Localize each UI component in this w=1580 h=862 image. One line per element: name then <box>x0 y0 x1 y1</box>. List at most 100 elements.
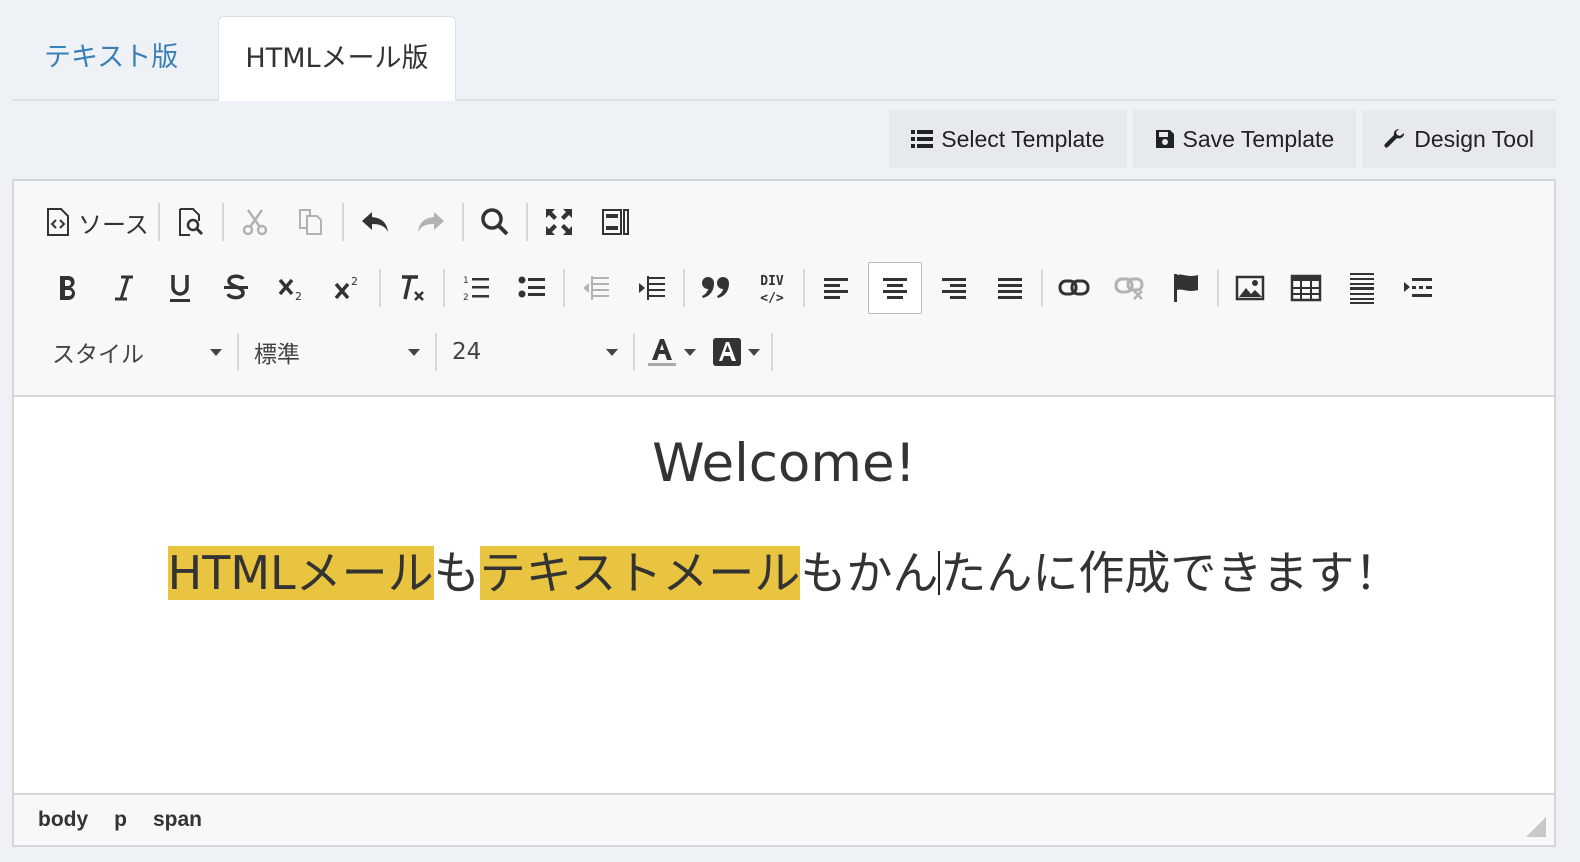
select-template-button[interactable]: Select Template <box>889 110 1127 168</box>
strikethrough-icon <box>224 274 248 300</box>
find-button[interactable] <box>471 198 519 246</box>
resize-handle[interactable] <box>1526 817 1546 837</box>
text-color-icon <box>648 339 676 366</box>
chevron-down-icon <box>606 348 618 356</box>
svg-text:2: 2 <box>351 275 358 288</box>
undo-button[interactable] <box>351 198 399 246</box>
path-crumb-p[interactable]: p <box>114 808 141 832</box>
path-crumb-span[interactable]: span <box>153 808 216 832</box>
remove-format-button[interactable] <box>388 264 436 312</box>
indent-button[interactable] <box>628 264 676 312</box>
anchor-button[interactable] <box>1162 264 1210 312</box>
preview-icon <box>178 208 203 236</box>
remove-format-icon <box>402 275 424 301</box>
template-toolbar: Select Template Save Template Design Too… <box>889 110 1556 168</box>
horizontal-line-button[interactable] <box>1338 264 1386 312</box>
justify-button[interactable] <box>986 264 1034 312</box>
save-template-button[interactable]: Save Template <box>1132 110 1357 168</box>
align-center-button[interactable] <box>868 262 922 314</box>
source-button[interactable]: ソース <box>40 199 155 245</box>
preview-button[interactable] <box>167 198 215 246</box>
editor-toolbar: ソース 2 2 1 2 DIV </> スタイル 標準 24 <box>14 181 1554 397</box>
svg-text:DIV: DIV <box>760 274 784 289</box>
background-color-button[interactable] <box>704 329 768 375</box>
outdent-button[interactable] <box>572 264 620 312</box>
image-button[interactable] <box>1226 264 1274 312</box>
save-template-label: Save Template <box>1182 125 1335 152</box>
subscript-button[interactable]: 2 <box>268 264 316 312</box>
italic-button[interactable] <box>100 264 148 312</box>
svg-text:1: 1 <box>463 276 469 286</box>
style-dropdown-value: スタイル <box>52 342 144 368</box>
font-size-dropdown[interactable]: 24 <box>440 329 630 375</box>
outdent-icon <box>583 276 609 300</box>
underline-icon <box>170 275 190 302</box>
save-icon <box>1155 130 1174 148</box>
numbered-list-button[interactable]: 12 <box>452 264 500 312</box>
show-blocks-button[interactable] <box>591 198 639 246</box>
format-dropdown[interactable]: 標準 <box>242 329 432 375</box>
wrench-icon <box>1384 128 1405 148</box>
toolbar-separator <box>683 269 685 307</box>
toolbar-separator <box>563 269 565 307</box>
flag-icon <box>1174 274 1198 302</box>
link-button[interactable] <box>1050 264 1098 312</box>
chevron-down-icon <box>408 348 420 356</box>
undo-icon <box>361 212 388 232</box>
toolbar-separator <box>435 333 437 371</box>
chevron-down-icon <box>210 348 222 356</box>
redo-button[interactable] <box>407 198 455 246</box>
div-container-icon: DIV </> <box>760 274 784 305</box>
cut-button[interactable] <box>231 198 279 246</box>
select-template-label: Select Template <box>941 125 1105 152</box>
strikethrough-button[interactable] <box>212 264 260 312</box>
copy-button[interactable] <box>287 198 335 246</box>
maximize-icon <box>545 209 572 235</box>
align-center-icon <box>883 278 907 299</box>
redo-icon <box>417 212 444 232</box>
align-right-button[interactable] <box>930 264 978 312</box>
toolbar-separator <box>771 333 773 371</box>
unlink-button[interactable] <box>1106 264 1154 312</box>
bulleted-list-button[interactable] <box>508 264 556 312</box>
underline-button[interactable] <box>156 264 204 312</box>
align-left-icon <box>824 278 848 299</box>
maximize-button[interactable] <box>535 198 583 246</box>
toolbar-separator <box>1041 269 1043 307</box>
highlighted-text: テキストメール <box>479 546 801 600</box>
svg-text:2: 2 <box>295 290 302 302</box>
subscript-icon: 2 <box>278 278 302 302</box>
toolbar-separator <box>221 203 224 241</box>
toolbar-separator <box>237 333 239 371</box>
body-text: たんに作成できます！ <box>940 546 1401 600</box>
toolbar-separator <box>443 269 445 307</box>
content-paragraph: HTMLメールもテキストメールもかんたんに作成できます！ <box>14 537 1554 603</box>
blockquote-button[interactable] <box>692 264 740 312</box>
bold-button[interactable] <box>44 264 92 312</box>
toolbar-separator <box>157 203 160 241</box>
horizontal-line-icon <box>1350 273 1374 304</box>
page-break-button[interactable] <box>1394 264 1442 312</box>
path-crumb-body[interactable]: body <box>38 808 102 832</box>
tab-text-version[interactable]: テキスト版 <box>12 16 210 99</box>
body-text: もかん <box>800 546 939 600</box>
copy-icon <box>298 209 322 235</box>
tab-bar: テキスト版 HTMLメール版 <box>12 16 1556 101</box>
editor-content-area[interactable]: Welcome! HTMLメールもテキストメールもかんたんに作成できます！ <box>14 395 1554 793</box>
toolbar-separator <box>525 203 528 241</box>
align-left-button[interactable] <box>812 264 860 312</box>
image-icon <box>1235 275 1265 301</box>
unlink-icon <box>1114 277 1144 300</box>
format-dropdown-value: 標準 <box>254 342 300 368</box>
align-right-icon <box>942 278 966 299</box>
style-dropdown[interactable]: スタイル <box>40 329 234 375</box>
design-tool-button[interactable]: Design Tool <box>1362 110 1556 168</box>
text-color-button[interactable] <box>638 329 704 375</box>
highlighted-text: HTMLメール <box>167 546 434 600</box>
superscript-button[interactable]: 2 <box>324 264 372 312</box>
justify-icon <box>998 278 1022 299</box>
search-icon <box>481 208 509 236</box>
create-div-button[interactable]: DIV </> <box>748 264 796 312</box>
table-button[interactable] <box>1282 264 1330 312</box>
tab-html-version[interactable]: HTMLメール版 <box>218 16 456 101</box>
